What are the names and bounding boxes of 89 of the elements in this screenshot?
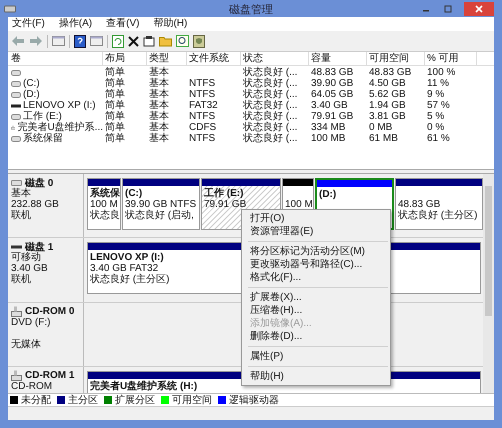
partition-name: (C:) — [125, 188, 142, 199]
table-cell: 39.90 GB — [311, 78, 354, 89]
disk-status: 联机 — [11, 274, 32, 286]
partition-name: 系统保 — [90, 188, 120, 199]
table-cell: 工作 (E:) — [23, 111, 62, 122]
table-cell: 状态良好 (... — [243, 67, 298, 78]
legend-label: 扩展分区 — [115, 394, 155, 406]
table-cell: 简单 — [105, 67, 125, 78]
table-cell: 完美者U盘维护系... — [17, 122, 103, 133]
table-cell: 基本 — [149, 67, 169, 78]
partition-info: 状态良好 (启动, — [125, 210, 194, 221]
legend-label: 可用空间 — [172, 394, 212, 406]
disk-type: DVD (F:) — [11, 316, 52, 328]
partition-info: 状态良 — [90, 210, 120, 221]
table-cell: 0 % — [427, 122, 444, 133]
table-cell: 基本 — [149, 133, 169, 144]
table-cell: 48.83 GB — [369, 67, 412, 78]
table-cell: 简单 — [105, 100, 125, 111]
table-cell: 基本 — [149, 111, 169, 122]
table-cell: 状态良好 (... — [243, 100, 298, 111]
table-cell: 状态良好 (... — [243, 89, 298, 100]
partition-info: 79.91 GB — [204, 199, 246, 210]
table-cell: 79.91 GB — [311, 111, 354, 122]
disk-size: 232.88 GB — [11, 199, 60, 210]
partition-info: 100 M — [90, 199, 118, 210]
table-cell: 4.50 GB — [369, 78, 406, 89]
partition-info: 状态良好 (主分区) — [90, 274, 170, 286]
disk-status: 无媒体 — [11, 338, 42, 350]
disk-name: CD-ROM 0 — [25, 306, 74, 317]
table-cell: 状态良好 (... — [243, 122, 298, 133]
table-cell: 状态良好 (... — [243, 111, 298, 122]
disk-type: 可移动 — [11, 252, 42, 264]
table-cell: 简单 — [105, 122, 125, 133]
table-cell: 0 MB — [369, 122, 392, 133]
legend-label: 未分配 — [21, 394, 51, 406]
table-cell: 334 MB — [311, 122, 346, 133]
table-cell: 3.81 GB — [369, 111, 406, 122]
partition-info: 3.40 GB FAT32 — [90, 263, 158, 274]
disk-name: 磁盘 1 — [25, 240, 54, 253]
table-cell: 57 % — [427, 100, 450, 111]
partition-name: (D:) — [319, 189, 336, 200]
table-cell: (D:) — [23, 89, 40, 100]
partition-info: 100 M — [285, 199, 313, 210]
disk-size: 3.40 GB — [11, 263, 49, 274]
table-cell: 9 % — [427, 89, 444, 100]
table-cell: 状态良好 (... — [243, 133, 298, 144]
disk-name: 磁盘 0 — [25, 176, 54, 188]
legend-label: 主分区 — [68, 394, 98, 406]
partition-info: 39.90 GB NTFS — [125, 199, 196, 210]
table-cell: CDFS — [189, 122, 216, 133]
table-cell: 简单 — [105, 111, 125, 122]
table-cell: FAT32 — [189, 100, 218, 111]
table-cell: 简单 — [105, 133, 125, 144]
table-cell: 1.94 GB — [369, 100, 406, 111]
table-cell: 基本 — [149, 122, 169, 133]
table-cell: LENOVO XP (I:) — [23, 100, 96, 111]
table-cell: NTFS — [189, 78, 216, 89]
disk-name: CD-ROM 1 — [25, 370, 74, 382]
partition-name: LENOVO XP (I:) — [90, 252, 164, 264]
table-cell: 5 % — [427, 111, 444, 122]
table-cell: 61 % — [427, 133, 450, 144]
table-cell: 状态良好 (... — [243, 78, 298, 89]
table-cell: 100 % — [427, 67, 456, 78]
table-cell: 5.62 GB — [369, 89, 406, 100]
table-cell: 基本 — [149, 78, 169, 89]
partition-info: 48.83 GB — [398, 199, 440, 210]
partition-name: 完美者U盘维护系统 (H:) — [90, 381, 198, 392]
table-cell: NTFS — [189, 89, 216, 100]
table-cell: 简单 — [105, 89, 125, 100]
table-cell: NTFS — [189, 133, 216, 144]
table-cell: 48.83 GB — [311, 67, 354, 78]
partition-name: 工作 (E:) — [204, 188, 244, 199]
table-cell: 11 % — [427, 78, 450, 89]
partition-info: 状态良好 (主分区) — [398, 210, 478, 221]
table-cell: (C:) — [23, 78, 40, 89]
table-cell: 系统保留 — [23, 133, 63, 144]
table-cell: 64.05 GB — [311, 89, 354, 100]
table-cell: NTFS — [189, 111, 216, 122]
legend-label: 逻辑驱动器 — [229, 394, 279, 406]
disk-type: CD-ROM — [11, 381, 54, 392]
window-title: 磁盘管理 — [229, 3, 273, 17]
table-cell: 基本 — [149, 100, 169, 111]
table-cell: 基本 — [149, 89, 169, 100]
table-cell: 100 MB — [311, 133, 346, 144]
table-cell: 61 MB — [369, 133, 398, 144]
disk-type: 基本 — [11, 188, 32, 199]
disk-status: 联机 — [11, 210, 32, 221]
table-cell: 3.40 GB — [311, 100, 348, 111]
table-cell: 简单 — [105, 78, 125, 89]
